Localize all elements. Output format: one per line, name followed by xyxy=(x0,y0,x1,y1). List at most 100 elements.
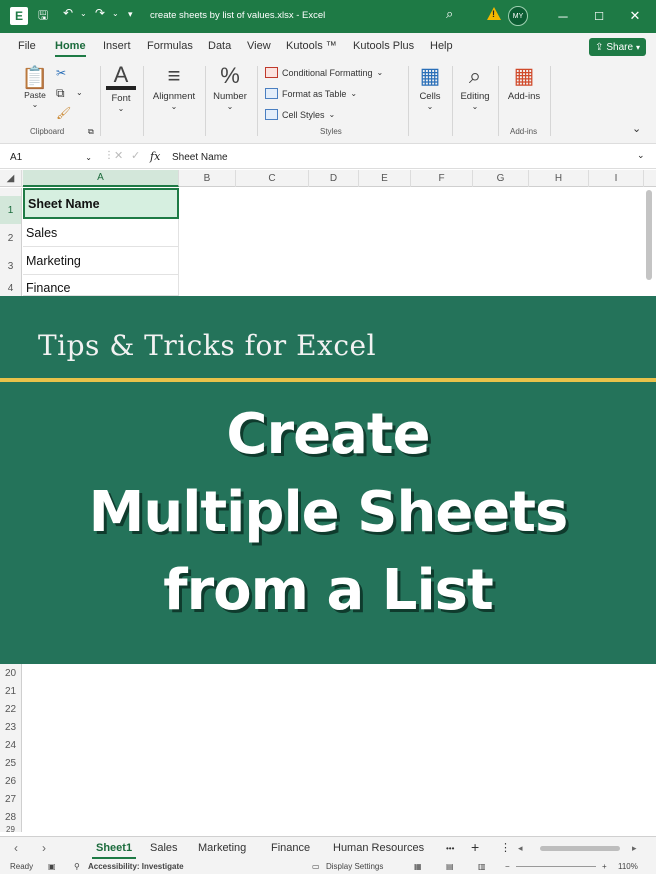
column-header[interactable]: G xyxy=(473,170,529,187)
zoom-in-icon[interactable]: + xyxy=(602,862,607,871)
cell-styles-button[interactable]: Cell Styles ⌄ xyxy=(265,109,335,120)
paste-button[interactable]: 📋 Paste ⌄ xyxy=(20,66,50,110)
horizontal-scrollbar-thumb[interactable] xyxy=(540,846,620,851)
cut-icon[interactable]: ✂ xyxy=(56,66,66,80)
name-box[interactable]: A1 ⌄ xyxy=(4,148,96,166)
add-sheet-icon[interactable]: + xyxy=(471,839,479,855)
scrollbar-thumb[interactable] xyxy=(646,190,652,280)
sheet-tab-sheet1[interactable]: Sheet1 xyxy=(91,842,137,859)
cell-a1[interactable]: Sheet Name xyxy=(23,188,179,219)
row-header[interactable]: 1 xyxy=(0,196,22,224)
column-header[interactable]: B xyxy=(179,170,236,187)
column-header[interactable]: A xyxy=(23,170,179,187)
tab-kutools[interactable]: Kutools ™ xyxy=(286,40,337,52)
add-ins-button[interactable]: ▦ Add-ins xyxy=(503,64,545,103)
macro-recording-icon[interactable]: ▣ xyxy=(48,862,56,871)
page-layout-icon[interactable]: ▤ xyxy=(446,862,454,871)
scroll-left-icon[interactable]: ◂ xyxy=(518,843,523,854)
format-painter-icon[interactable]: 🖌 xyxy=(56,106,71,120)
undo-dropdown-icon[interactable]: ⌄ xyxy=(80,9,87,29)
column-header[interactable]: F xyxy=(411,170,473,187)
row-header[interactable]: 3 xyxy=(0,252,22,280)
display-settings[interactable]: Display Settings xyxy=(326,862,383,871)
close-icon[interactable]: ✕ xyxy=(622,4,648,28)
font-button[interactable]: A Font ⌄ xyxy=(106,64,136,113)
redo-dropdown-icon[interactable]: ⌄ xyxy=(112,9,119,29)
zoom-slider[interactable] xyxy=(516,866,596,867)
row-header[interactable]: 4 xyxy=(0,280,22,296)
cell-a2[interactable]: Sales xyxy=(23,219,179,247)
row-header[interactable]: 23 xyxy=(0,718,22,736)
tab-split-icon[interactable]: ⋮ xyxy=(500,841,511,854)
page-break-icon[interactable]: ▥ xyxy=(478,862,486,871)
share-button[interactable]: ⇪ Share ▾ xyxy=(589,38,646,56)
row-header[interactable]: 29 xyxy=(0,826,22,832)
cell-a3[interactable]: Marketing xyxy=(23,247,179,275)
column-header[interactable]: E xyxy=(359,170,411,187)
accessibility-icon[interactable]: ⚲ xyxy=(74,862,80,871)
tab-data[interactable]: Data xyxy=(208,40,231,52)
row-header[interactable]: 27 xyxy=(0,790,22,808)
tab-insert[interactable]: Insert xyxy=(103,40,131,52)
tab-formulas[interactable]: Formulas xyxy=(147,40,193,52)
conditional-formatting-button[interactable]: Conditional Formatting ⌄ xyxy=(265,67,383,78)
row-header[interactable]: 25 xyxy=(0,754,22,772)
more-sheets-icon[interactable]: ••• xyxy=(446,844,454,853)
copy-dropdown-icon[interactable]: ⌄ xyxy=(76,88,83,97)
sheet-tab-human-resources[interactable]: Human Resources xyxy=(333,842,424,854)
number-button[interactable]: % Number ⌄ xyxy=(210,64,250,112)
insert-function-icon[interactable]: fx xyxy=(150,150,160,163)
redo-icon[interactable]: ↷ xyxy=(95,6,105,26)
tab-kutools-plus[interactable]: Kutools Plus xyxy=(353,40,414,52)
alignment-button[interactable]: ≡ Alignment ⌄ xyxy=(149,64,199,112)
display-settings-icon[interactable]: ▭ xyxy=(312,862,320,871)
formula-input[interactable]: Sheet Name xyxy=(172,148,228,166)
tab-prev-icon[interactable]: ‹ xyxy=(14,841,18,855)
row-header[interactable]: 26 xyxy=(0,772,22,790)
cells-button[interactable]: ▦ Cells ⌄ xyxy=(413,64,447,112)
maximize-icon[interactable]: ☐ xyxy=(586,4,612,28)
dialog-launcher-icon[interactable]: ⧉ xyxy=(88,127,94,137)
row-header[interactable]: 28 xyxy=(0,808,22,826)
accessibility-status[interactable]: Accessibility: Investigate xyxy=(88,862,184,871)
format-as-table-button[interactable]: Format as Table ⌄ xyxy=(265,88,357,99)
column-header[interactable]: D xyxy=(309,170,359,187)
sheet-tab-sales[interactable]: Sales xyxy=(150,842,178,854)
more-options-icon[interactable]: ⋮ xyxy=(104,150,114,161)
save-icon[interactable]: 🖫 xyxy=(38,6,48,26)
share-label: Share xyxy=(606,41,634,53)
search-icon[interactable]: ⌕ xyxy=(446,6,453,26)
tab-help[interactable]: Help xyxy=(430,40,453,52)
undo-icon[interactable]: ↶ xyxy=(63,6,73,26)
select-all-corner[interactable]: ◢ xyxy=(0,170,22,187)
user-avatar[interactable]: MY xyxy=(508,6,528,26)
warning-icon[interactable] xyxy=(487,7,501,20)
zoom-level[interactable]: 110% xyxy=(618,862,638,871)
zoom-out-icon[interactable]: − xyxy=(505,862,510,871)
column-header[interactable]: C xyxy=(236,170,309,187)
tab-file[interactable]: File xyxy=(18,40,36,52)
minimize-icon[interactable]: ─ xyxy=(550,4,576,28)
cancel-icon[interactable]: ✕ xyxy=(114,149,123,162)
enter-icon[interactable]: ✓ xyxy=(131,149,140,162)
normal-view-icon[interactable]: ▦ xyxy=(414,862,422,871)
sheet-tab-marketing[interactable]: Marketing xyxy=(198,842,246,854)
row-header[interactable]: 21 xyxy=(0,682,22,700)
copy-icon[interactable]: ⧉ xyxy=(56,86,65,101)
column-header[interactable]: H xyxy=(529,170,589,187)
column-header[interactable]: I xyxy=(589,170,644,187)
sheet-tab-finance[interactable]: Finance xyxy=(271,842,310,854)
row-header[interactable]: 24 xyxy=(0,736,22,754)
scroll-right-icon[interactable]: ▸ xyxy=(632,843,637,854)
customize-toolbar-icon[interactable]: ▾ xyxy=(128,9,133,29)
tab-home[interactable]: Home xyxy=(55,40,86,57)
cell-a4[interactable]: Finance xyxy=(23,275,179,296)
editing-button[interactable]: ⌕ Editing ⌄ xyxy=(456,64,494,112)
collapse-ribbon-icon[interactable]: ⌄ xyxy=(632,122,641,135)
expand-formula-bar-icon[interactable]: ⌄ xyxy=(637,150,645,161)
row-header[interactable]: 22 xyxy=(0,700,22,718)
row-header[interactable]: 20 xyxy=(0,664,22,682)
tab-next-icon[interactable]: › xyxy=(42,841,46,855)
tab-view[interactable]: View xyxy=(247,40,271,52)
row-header[interactable]: 2 xyxy=(0,224,22,252)
